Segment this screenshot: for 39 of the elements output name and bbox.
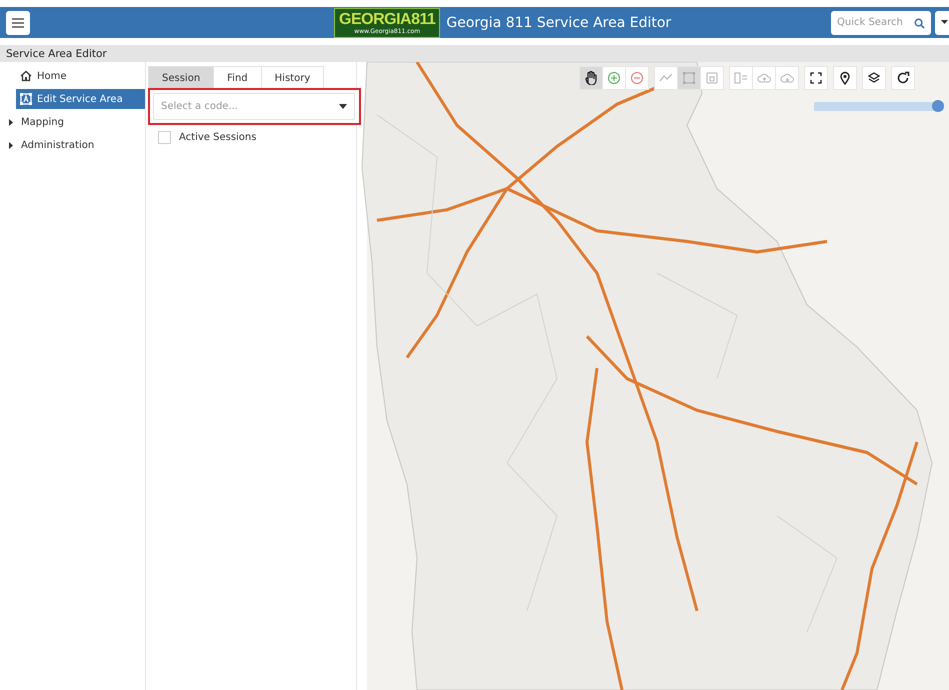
app-title: Georgia 811 Service Area Editor — [446, 15, 672, 31]
map-tool-button[interactable] — [804, 66, 828, 90]
fullscreen-icon — [809, 71, 823, 85]
map-pin-icon — [838, 71, 852, 85]
tab[interactable]: History — [260, 66, 324, 89]
map-tool-button[interactable] — [579, 66, 603, 90]
selection-frame-icon — [682, 71, 696, 85]
layers-icon — [867, 71, 881, 85]
caret-icon — [8, 142, 14, 148]
tab[interactable]: Session — [148, 66, 214, 89]
zoom-in-icon — [607, 71, 621, 85]
sidebar-group[interactable]: Administration — [0, 135, 145, 155]
search-icon — [914, 18, 925, 28]
breadcrumb-title: Service Area Editor — [6, 48, 107, 60]
checkbox[interactable] — [158, 131, 171, 144]
map-tool-button[interactable] — [862, 66, 886, 90]
sidebar-group[interactable]: Mapping — [0, 112, 145, 132]
opacity-slider[interactable] — [814, 102, 944, 111]
frame-icon — [20, 93, 32, 105]
quick-search-field[interactable]: Quick Search — [831, 10, 931, 34]
home-icon — [20, 70, 32, 82]
cloud-download-icon — [780, 71, 794, 85]
menu-button[interactable] — [6, 10, 30, 34]
list-icon — [734, 71, 748, 85]
map-tool-button[interactable] — [891, 66, 915, 90]
save-icon — [705, 71, 719, 85]
map-tool-button[interactable] — [833, 66, 857, 90]
caret-icon — [339, 104, 347, 109]
checkbox-label: Active Sessions — [179, 132, 256, 143]
sidebar-item[interactable]: Home — [0, 66, 145, 86]
caret-icon — [8, 118, 14, 126]
dropdown-button[interactable] — [935, 10, 949, 34]
hand-icon — [584, 71, 598, 85]
menu-icon — [12, 18, 24, 28]
caret-icon — [940, 20, 948, 25]
sidebar-item[interactable]: Edit Service Area — [16, 89, 145, 109]
zoom-out-icon — [630, 71, 644, 85]
cloud-upload-icon — [757, 71, 771, 85]
refresh-icon — [896, 71, 910, 85]
